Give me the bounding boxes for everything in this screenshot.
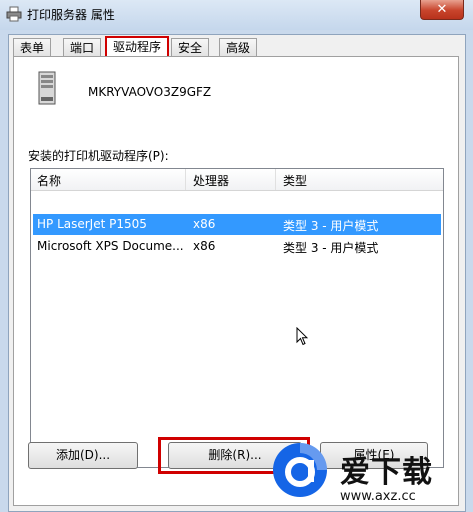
close-button[interactable]: ✕ xyxy=(420,0,464,20)
window-title: 打印服务器 属性 xyxy=(27,8,115,22)
tab-forms[interactable]: 表单 xyxy=(13,38,52,56)
tab-ports[interactable]: 端口 xyxy=(63,38,102,56)
server-icon xyxy=(38,71,56,105)
driver-type: 类型 3 - 用户模式 xyxy=(283,219,379,233)
list-header: 名称 处理器 类型 xyxy=(31,169,443,191)
watermark-url: www.axz.cc xyxy=(340,489,416,504)
table-row[interactable]: HP LaserJet P1505 x86 类型 3 - 用户模式 xyxy=(33,214,441,235)
tab-advanced[interactable]: 高级 xyxy=(219,38,258,56)
column-header-processor[interactable]: 处理器 xyxy=(193,172,229,189)
tab-drivers[interactable]: 驱动程序 xyxy=(105,36,170,57)
printer-icon xyxy=(6,6,22,22)
mouse-cursor-icon xyxy=(296,327,308,346)
watermark-logo-icon xyxy=(273,443,327,497)
server-name: MKRYVAOVO3Z9GFZ xyxy=(88,85,212,99)
driver-name: HP LaserJet P1505 xyxy=(37,217,147,231)
add-button[interactable]: 添加(D)... xyxy=(28,442,138,469)
column-header-type[interactable]: 类型 xyxy=(283,172,307,189)
driver-processor: x86 xyxy=(193,239,216,253)
column-header-name[interactable]: 名称 xyxy=(37,172,61,189)
driver-name: Microsoft XPS Docume... xyxy=(37,239,184,253)
watermark-text: 爱下载 xyxy=(340,455,433,490)
drivers-list[interactable]: 名称 处理器 类型 HP LaserJet P1505 x86 类型 3 - 用… xyxy=(30,168,444,468)
tab-security[interactable]: 安全 xyxy=(171,38,210,56)
drivers-list-label: 安装的打印机驱动程序(P): xyxy=(28,149,169,163)
column-divider[interactable] xyxy=(275,169,276,190)
column-divider[interactable] xyxy=(185,169,186,190)
table-row[interactable]: Microsoft XPS Docume... x86 类型 3 - 用户模式 xyxy=(33,236,441,257)
title-bar: 打印服务器 属性 ✕ xyxy=(0,0,473,30)
driver-processor: x86 xyxy=(193,217,216,231)
driver-type: 类型 3 - 用户模式 xyxy=(283,241,379,255)
